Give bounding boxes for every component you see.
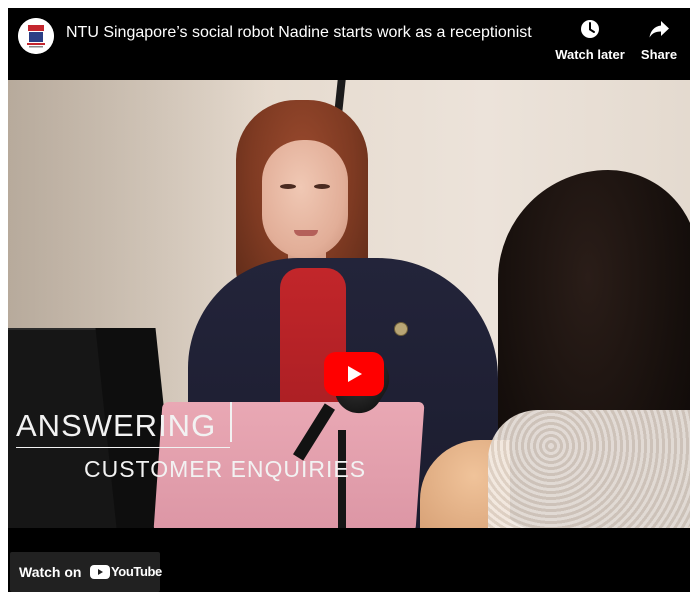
caption-line-2: CUSTOMER ENQUIRIES <box>84 456 367 482</box>
share-button[interactable]: Share <box>638 18 680 62</box>
caption-line-1: ANSWERING <box>16 408 217 443</box>
channel-avatar[interactable] <box>18 18 54 54</box>
robot-face <box>262 140 348 258</box>
player-top-bar: NTU Singapore’s social robot Nadine star… <box>8 8 690 80</box>
play-button[interactable] <box>324 352 384 396</box>
clock-icon <box>581 20 599 38</box>
share-arrow-icon <box>649 21 669 38</box>
watch-later-button[interactable]: Watch later <box>554 18 626 62</box>
university-crest-icon <box>18 18 54 54</box>
robot-eye-left <box>280 184 296 189</box>
video-player[interactable]: ANSWERING CUSTOMER ENQUIRIES NTU Singapo… <box>8 8 690 592</box>
youtube-wordmark: YouTube <box>111 564 162 579</box>
video-frame[interactable]: ANSWERING CUSTOMER ENQUIRIES <box>8 80 690 528</box>
play-icon <box>348 366 362 382</box>
caption-underline <box>16 447 230 448</box>
robot-mouth <box>294 230 318 236</box>
lapel-pin <box>394 322 408 336</box>
youtube-logo-icon <box>90 565 110 579</box>
watch-on-label: Watch on <box>19 564 82 580</box>
visitor-lace-top <box>488 410 690 528</box>
robot-eye-right <box>314 184 330 189</box>
watch-on-youtube-button[interactable]: Watch on YouTube <box>10 552 162 592</box>
caption-divider <box>230 402 232 442</box>
share-label: Share <box>640 47 678 62</box>
watch-later-label: Watch later <box>555 47 625 62</box>
video-title[interactable]: NTU Singapore’s social robot Nadine star… <box>66 24 532 42</box>
